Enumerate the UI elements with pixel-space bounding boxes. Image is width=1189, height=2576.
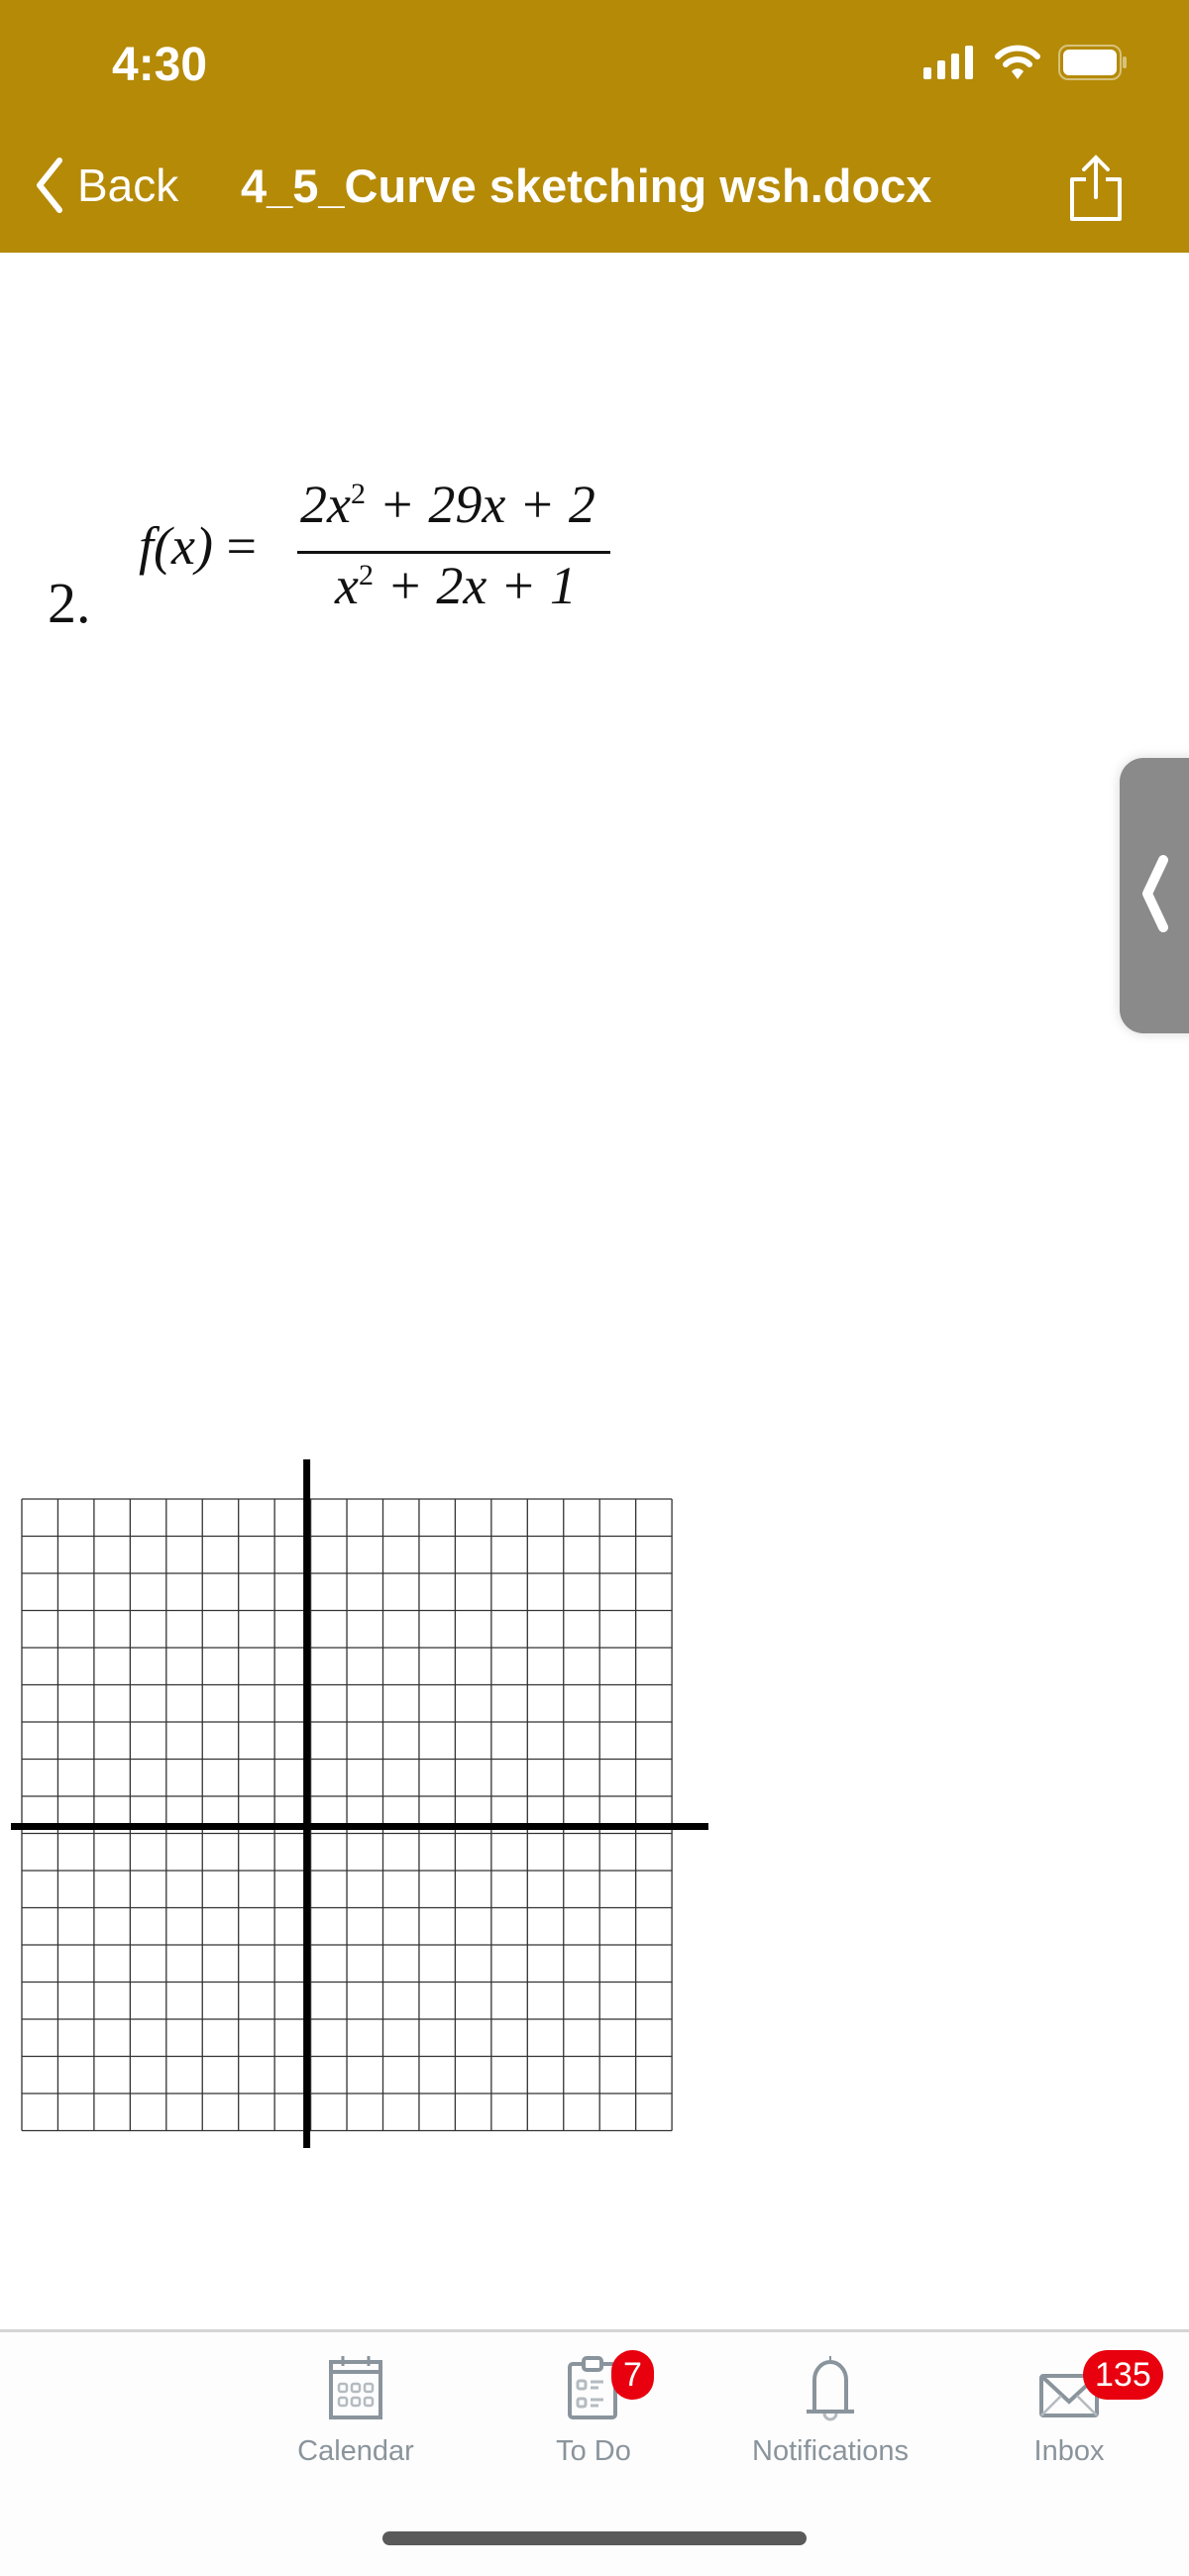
calendar-icon [329, 2356, 382, 2419]
side-panel-handle[interactable] [1120, 758, 1189, 1033]
tab-inbox[interactable]: Inbox 135 [960, 2350, 1178, 2468]
chevron-left-icon [37, 158, 62, 213]
denominator: x2 + 2x + 1 [335, 556, 577, 615]
fraction-bar [297, 551, 610, 554]
back-label: Back [77, 160, 179, 211]
header: 4:30 Back 4_5_Curve sketching wsh.docx [0, 0, 1189, 253]
bell-icon [807, 2356, 854, 2421]
tab-notifications[interactable]: Notifications [721, 2354, 939, 2468]
home-indicator[interactable] [382, 2531, 807, 2545]
document-title: 4_5_Curve sketching wsh.docx [241, 160, 932, 212]
coordinate-grid [11, 1459, 708, 2148]
back-button[interactable]: Back [34, 157, 178, 214]
signal-icon [923, 46, 973, 79]
battery-icon [1058, 45, 1127, 80]
tab-label: Calendar [297, 2435, 414, 2467]
tab-label: Inbox [1033, 2435, 1105, 2467]
chevron-left-icon [1142, 855, 1168, 932]
share-icon[interactable] [1066, 154, 1126, 223]
tab-calendar[interactable]: Calendar [247, 2354, 465, 2468]
problem-number: 2. [48, 571, 91, 635]
inbox-badge: 135 [1083, 2350, 1163, 2400]
tab-label: Notifications [752, 2435, 909, 2467]
status-time: 4:30 [112, 39, 208, 91]
wifi-icon [995, 45, 1040, 79]
status-icons [923, 45, 1130, 80]
tab-label: To Do [556, 2435, 631, 2467]
function-lhs: f(x) = [139, 516, 257, 576]
todo-badge: 7 [611, 2350, 654, 2400]
tab-todo[interactable]: To Do 7 [485, 2350, 703, 2468]
numerator: 2x2 + 29x + 2 [300, 475, 595, 534]
